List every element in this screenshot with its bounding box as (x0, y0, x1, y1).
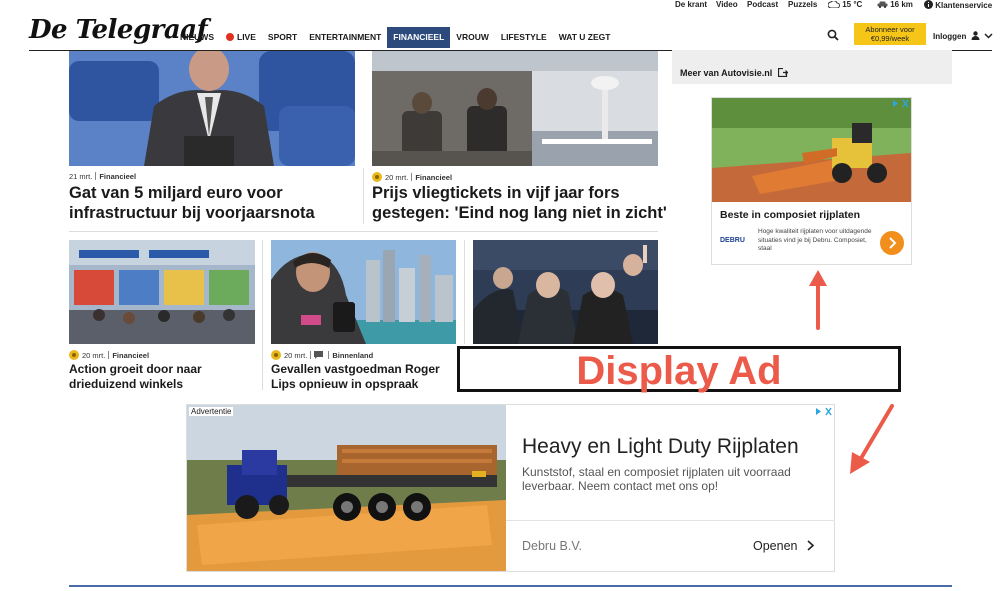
article-2-category[interactable]: Financieel (415, 173, 452, 182)
article-3-date: 20 mrt. (82, 351, 106, 360)
article-3-headline-line-2: drieduizend winkels (69, 377, 184, 391)
more-autovisie-link[interactable]: Meer van Autovisie.nl (680, 67, 789, 78)
article-1-image[interactable] (69, 51, 355, 166)
display-ad-annotation: Display Ad (457, 346, 901, 393)
adchoices-icon[interactable] (815, 407, 833, 416)
article-4-category[interactable]: Binnenland (332, 351, 373, 360)
live-dot-icon (226, 33, 234, 41)
article-1-headline[interactable]: Gat van 5 miljard euro voor infrastructu… (69, 183, 359, 223)
login-label: Inloggen (933, 32, 967, 41)
article-4-date: 20 mrt. (284, 351, 308, 360)
premium-coin-icon (372, 172, 382, 182)
subscribe-line-1: Abonneer voor (865, 25, 915, 34)
article-4-headline-line-1: Gevallen vastgoedman Roger (271, 362, 440, 376)
adchoices-icon[interactable] (892, 99, 910, 108)
utility-link-podcast[interactable]: Podcast (747, 0, 778, 9)
sidebar-ad-arrow-button[interactable] (880, 231, 904, 255)
article-1-category[interactable]: Financieel (99, 172, 136, 181)
column-divider (464, 240, 465, 344)
sidebar-ad-title[interactable]: Beste in composiet rijplaten (720, 209, 860, 221)
premium-coin-icon (271, 350, 281, 360)
annotation-arrow-diagonal (850, 404, 894, 474)
sidebar-ad-description: Hoge kwaliteit rijplaten voor uitdagende… (758, 228, 872, 252)
more-autovisie-label: Meer van Autovisie.nl (680, 68, 773, 78)
subscribe-line-2: €0,99/week (870, 34, 910, 43)
banner-ad-open-button[interactable]: Openen (753, 539, 815, 553)
nav-item-wat-u-zegt[interactable]: WAT U ZEGT (553, 27, 617, 48)
nav-item-entertainment[interactable]: ENTERTAINMENT (303, 27, 387, 48)
subscribe-button[interactable]: Abonneer voor €0,99/week (854, 23, 926, 45)
article-1-meta: 21 mrt. Financieel (69, 172, 136, 182)
article-2-headline-line-1: Prijs vliegtickets in vijf jaar fors (372, 184, 620, 202)
comment-icon[interactable] (314, 351, 324, 359)
cloud-icon (827, 0, 840, 9)
nav-item-lifestyle[interactable]: LIFESTYLE (495, 27, 553, 48)
article-2-meta: 20 mrt. Financieel (372, 172, 452, 183)
chevron-right-icon (807, 540, 815, 551)
article-3-meta: 20 mrt. Financieel (69, 350, 149, 361)
article-2-headline[interactable]: Prijs vliegtickets in vijf jaar fors ges… (372, 183, 667, 223)
car-icon (877, 1, 888, 8)
sidebar-ad[interactable]: Beste in composiet rijplaten DEBRU Hoge … (711, 97, 912, 265)
sidebar-ad-brand-logo: DEBRU (720, 237, 745, 244)
banner-ad-image (187, 405, 506, 571)
search-button[interactable] (827, 28, 841, 42)
article-3-headline[interactable]: Action groeit door naar drieduizend wink… (69, 362, 259, 392)
nav-item-nieuws[interactable]: NIEUWS (174, 27, 220, 48)
banner-ad-open-label: Openen (753, 539, 798, 553)
partner-box: Meer van Autovisie.nl (672, 50, 952, 84)
article-1-date: 21 mrt. (69, 172, 93, 181)
main-nav: NIEUWS LIVE SPORT ENTERTAINMENT FINANCIE… (174, 27, 616, 48)
column-divider (262, 240, 263, 390)
banner-ad[interactable]: Advertentie Heavy en Light Duty Rijplate… (186, 404, 835, 572)
premium-coin-icon (69, 350, 79, 360)
banner-ad-advertiser: Debru B.V. (522, 539, 582, 553)
banner-ad-title[interactable]: Heavy en Light Duty Rijplaten (522, 435, 799, 459)
search-icon (827, 29, 839, 41)
article-2-date: 20 mrt. (385, 173, 409, 182)
article-3-headline-line-1: Action groeit door naar (69, 362, 202, 376)
weather-widget[interactable]: 15 °C (827, 0, 863, 9)
utility-bar: De krant Video Podcast Puzzels 15 °C 16 … (0, 0, 1000, 10)
traffic-km: 16 km (890, 0, 913, 9)
nav-item-sport[interactable]: SPORT (262, 27, 303, 48)
utility-link-video[interactable]: Video (716, 0, 738, 9)
nav-item-live[interactable]: LIVE (220, 27, 262, 48)
nav-item-financieel[interactable]: FINANCIEEL (387, 27, 451, 48)
customer-service-link[interactable]: Klantenservice (924, 0, 992, 10)
article-4-meta: 20 mrt. Binnenland (271, 350, 373, 361)
article-1-headline-line-1: Gat van 5 miljard euro voor (69, 184, 283, 202)
login-button[interactable]: Inloggen (933, 31, 993, 41)
sidebar-ad-image (712, 98, 911, 202)
banner-ad-description: Kunststof, staal en composiet rijplaten … (522, 465, 791, 493)
section-divider (69, 585, 952, 587)
article-3-category[interactable]: Financieel (112, 351, 149, 360)
article-4-image[interactable] (271, 240, 456, 344)
article-4-headline[interactable]: Gevallen vastgoedman Roger Lips opnieuw … (271, 362, 461, 392)
article-1-headline-line-2: infrastructuur bij voorjaarsnota (69, 204, 315, 222)
display-ad-label: Display Ad (576, 349, 782, 393)
article-2-image[interactable] (372, 51, 658, 166)
column-divider (363, 168, 364, 224)
nav-item-live-label: LIVE (237, 32, 256, 42)
external-link-icon (777, 67, 789, 78)
advertisement-label: Advertentie (189, 407, 234, 416)
row-divider (69, 231, 658, 232)
user-icon (971, 31, 980, 40)
banner-ad-divider (506, 520, 835, 521)
article-4-headline-line-2: Lips opnieuw in opspraak (271, 377, 419, 391)
nav-item-vrouw[interactable]: VROUW (450, 27, 495, 48)
chevron-right-icon (889, 237, 897, 249)
chevron-down-icon (984, 33, 993, 39)
traffic-widget[interactable]: 16 km (877, 0, 913, 9)
article-5-image[interactable] (473, 240, 658, 344)
info-icon (924, 0, 933, 9)
weather-temp: 15 °C (842, 0, 863, 9)
customer-service-label: Klantenservice (935, 1, 993, 10)
article-2-headline-line-2: gestegen: 'Eind nog lang niet in zicht' (372, 204, 667, 222)
annotation-arrow-up (809, 270, 827, 330)
article-3-image[interactable] (69, 240, 255, 344)
utility-link-puzzels[interactable]: Puzzels (788, 0, 817, 9)
utility-link-krant[interactable]: De krant (675, 0, 707, 9)
